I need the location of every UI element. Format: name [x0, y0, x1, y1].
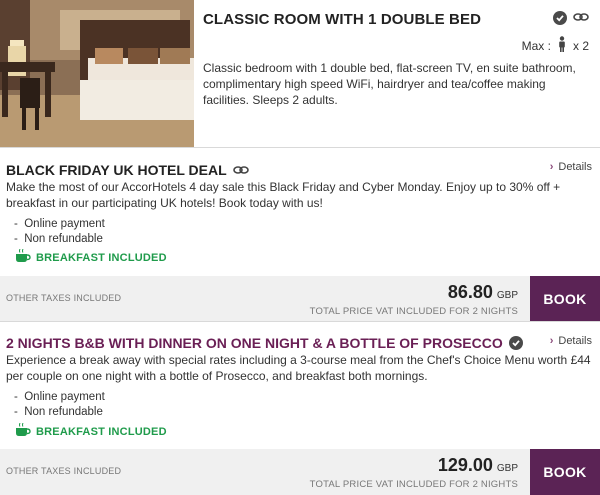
link-chain-icon[interactable]	[232, 162, 249, 178]
book-button[interactable]: BOOK	[530, 276, 600, 322]
chevron-right-icon: ›	[549, 335, 554, 347]
price-value: 86.80	[447, 282, 493, 302]
offer-description: Make the most of our AccorHotels 4 day s…	[6, 180, 561, 210]
offer-title-text: BLACK FRIDAY UK HOTEL DEAL	[6, 162, 227, 178]
offer-prosecco: 2 NIGHTS B&B WITH DINNER ON ONE NIGHT & …	[0, 322, 600, 495]
condition-text: Non refundable	[24, 406, 103, 418]
condition-item: - Online payment	[14, 391, 105, 403]
offer-black-friday: BLACK FRIDAY UK HOTEL DEAL › Details Mak…	[0, 148, 600, 322]
book-button[interactable]: BOOK	[530, 449, 600, 495]
price: 129.00 GBP	[438, 455, 518, 476]
details-link[interactable]: › Details	[550, 335, 592, 347]
breakfast-badge: BREAKFAST INCLUDED	[15, 422, 167, 440]
condition-item: - Online payment	[14, 218, 105, 230]
coffee-cup-icon	[15, 248, 31, 266]
offer-description: Experience a break away with special rat…	[6, 353, 591, 383]
details-label: Details	[558, 335, 592, 347]
price-bar: OTHER TAXES INCLUDED 129.00 GBP TOTAL PR…	[0, 449, 600, 495]
total-price-note: TOTAL PRICE VAT INCLUDED FOR 2 NIGHTS	[309, 479, 518, 490]
room-description: Classic bedroom with 1 double bed, flat-…	[203, 61, 576, 107]
offer-title-text: 2 NIGHTS B&B WITH DINNER ON ONE NIGHT & …	[6, 335, 503, 351]
total-price-note: TOTAL PRICE VAT INCLUDED FOR 2 NIGHTS	[309, 306, 518, 317]
person-icon	[557, 36, 567, 55]
max-occupancy: Max : x 2	[522, 36, 589, 55]
price-currency: GBP	[496, 463, 518, 474]
condition-item: - Non refundable	[14, 233, 103, 245]
room-photo-illustration	[0, 0, 194, 147]
max-count: x 2	[572, 38, 589, 53]
price: 86.80 GBP	[448, 282, 518, 303]
link-chain-icon[interactable]	[573, 9, 589, 27]
breakfast-label: BREAKFAST INCLUDED	[36, 251, 167, 264]
condition-text: Online payment	[24, 391, 105, 403]
details-link[interactable]: › Details	[550, 161, 592, 173]
offer-title: BLACK FRIDAY UK HOTEL DEAL	[6, 162, 249, 178]
condition-text: Online payment	[24, 218, 105, 230]
price-value: 129.00	[437, 455, 493, 475]
room-icons	[553, 9, 589, 27]
taxes-note: OTHER TAXES INCLUDED	[6, 466, 122, 476]
chevron-right-icon: ›	[549, 161, 554, 173]
breakfast-badge: BREAKFAST INCLUDED	[15, 248, 167, 266]
offer-title: 2 NIGHTS B&B WITH DINNER ON ONE NIGHT & …	[6, 335, 523, 351]
price-currency: GBP	[496, 290, 518, 301]
coffee-cup-icon	[15, 422, 31, 440]
max-label: Max :	[521, 38, 551, 53]
room-photo[interactable]	[0, 0, 194, 147]
breakfast-label: BREAKFAST INCLUDED	[36, 425, 167, 438]
condition-text: Non refundable	[24, 233, 103, 245]
condition-item: - Non refundable	[14, 406, 103, 418]
details-label: Details	[558, 161, 592, 173]
taxes-note: OTHER TAXES INCLUDED	[6, 293, 122, 303]
room-header: CLASSIC ROOM WITH 1 DOUBLE BED Max : x 2…	[0, 0, 600, 148]
room-title: CLASSIC ROOM WITH 1 DOUBLE BED	[203, 11, 482, 28]
check-circle-icon	[508, 336, 523, 350]
price-bar: OTHER TAXES INCLUDED 86.80 GBP TOTAL PRI…	[0, 276, 600, 322]
check-circle-icon	[553, 11, 567, 25]
